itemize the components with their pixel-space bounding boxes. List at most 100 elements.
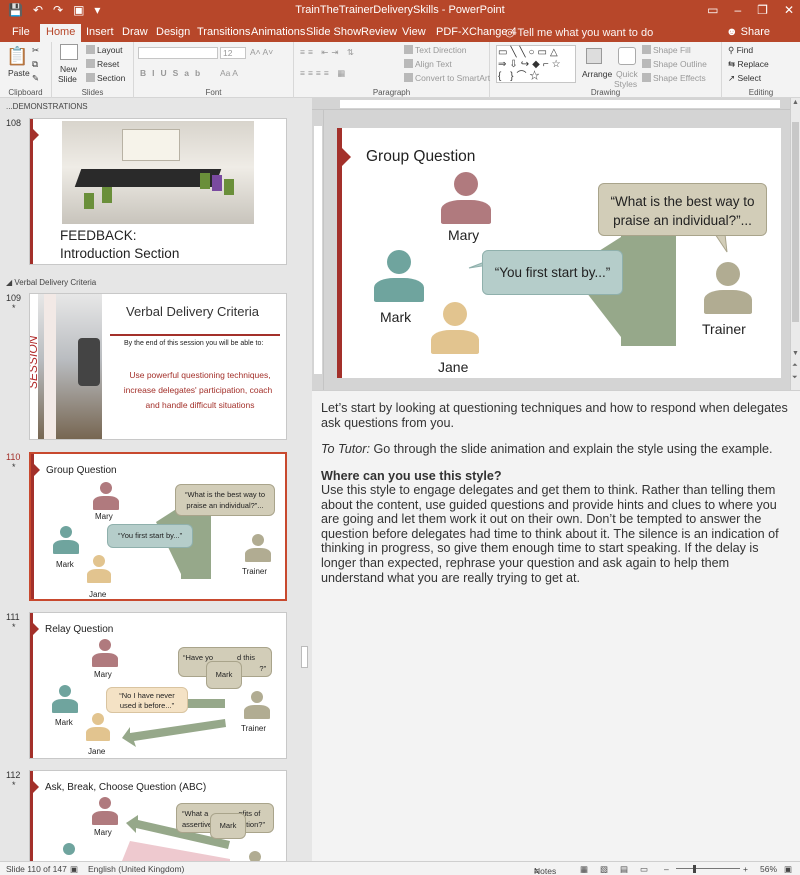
- tab-insert[interactable]: Insert: [80, 25, 120, 42]
- new-slide-icon[interactable]: [60, 44, 78, 60]
- tab-view[interactable]: View: [396, 25, 432, 42]
- new-slide-label-2[interactable]: Slide: [58, 74, 77, 84]
- tab-home[interactable]: Home: [40, 24, 82, 42]
- zoom-slider[interactable]: [676, 868, 740, 869]
- scroll-down-icon[interactable]: ▼: [792, 350, 799, 357]
- normal-view-icon[interactable]: ▦: [580, 864, 588, 875]
- section-header-demonstrations[interactable]: ...DEMONSTRATIONS: [6, 102, 88, 111]
- section-header-verbal[interactable]: ◢ Verbal Delivery Criteria: [6, 278, 96, 287]
- tab-draw[interactable]: Draw: [116, 25, 154, 42]
- slide-thumbnail-111[interactable]: Relay Question Mary Mark Jane Trainer “H…: [29, 612, 287, 759]
- format-painter-icon[interactable]: ✎: [32, 73, 39, 84]
- text-direction-button[interactable]: Text Direction: [404, 45, 467, 55]
- cut-icon[interactable]: ✂: [32, 45, 39, 56]
- shapes-gallery[interactable]: ▭╲╲○▭△ ⇒⇩↪◆⌐☆{ }⌒☆: [496, 45, 576, 83]
- tell-me-box[interactable]: ◎ Tell me what you want to do: [505, 26, 653, 39]
- paragraph-label: Paragraph: [372, 88, 411, 97]
- slide-editor[interactable]: ▲ ▼ ⏶ ⏷ Group Question Mary Mark Jane Tr…: [312, 98, 800, 390]
- next-slide-icon[interactable]: ⏷: [792, 374, 798, 382]
- slide-thumbnail-108[interactable]: FEEDBACK: Introduction Section: [29, 118, 287, 265]
- ribbon: 📋 Paste ✂ ⧉ ✎ Clipboard New Slide Layout…: [0, 42, 800, 98]
- select-label: Select: [737, 73, 762, 83]
- list-icons[interactable]: ≡≡ ⇤⇥ ⇅: [300, 47, 357, 58]
- arrange-icon[interactable]: [586, 48, 602, 64]
- reset-button[interactable]: Reset: [86, 59, 119, 69]
- font-size-box[interactable]: 12: [220, 47, 246, 59]
- replace-button[interactable]: ⇆ Replace: [728, 59, 769, 70]
- quick-styles-icon[interactable]: [618, 47, 636, 65]
- shape-outline-button[interactable]: Shape Outline: [642, 59, 707, 69]
- slide-number-text: 111: [6, 612, 20, 622]
- thumb-question-bubble: “What is the best way to praise an indiv…: [175, 484, 275, 516]
- tab-file[interactable]: File: [6, 25, 36, 42]
- person-trainer-icon: [245, 534, 271, 562]
- font-color-icon[interactable]: Aa A: [220, 68, 238, 78]
- zoom-slider-thumb[interactable]: [693, 865, 696, 873]
- current-slide[interactable]: Group Question Mary Mark Jane Trainer “W…: [337, 128, 781, 378]
- notes-label: Notes: [534, 866, 557, 875]
- tab-design[interactable]: Design: [150, 25, 196, 42]
- slide-answer-bubble[interactable]: “You first start by...”: [482, 250, 623, 295]
- paste-icon[interactable]: 📋: [6, 46, 28, 67]
- thumb-question-line1: “What is the best way to: [184, 490, 266, 499]
- shape-effects-button[interactable]: Shape Effects: [642, 73, 706, 83]
- scrollbar-thumb[interactable]: [792, 122, 799, 322]
- slide-sorter-icon[interactable]: ▧: [600, 864, 608, 875]
- thumb-body-line2: increase delegates' participation, coach: [123, 385, 273, 395]
- thumb-mark-bubble: Mark: [206, 661, 242, 689]
- restore-button[interactable]: ❐: [757, 3, 768, 17]
- fit-to-window-icon[interactable]: ▣: [784, 864, 792, 875]
- section-button[interactable]: Section: [86, 73, 125, 83]
- editor-vertical-scrollbar[interactable]: ▲ ▼ ⏶ ⏷: [790, 98, 800, 390]
- find-icon: ⚲: [728, 45, 737, 55]
- ribbon-display-icon[interactable]: ▭: [707, 3, 718, 17]
- shape-outline-label: Shape Outline: [653, 59, 707, 69]
- shape-fill-label: Shape Fill: [653, 45, 691, 55]
- zoom-level[interactable]: 56%: [760, 864, 777, 874]
- zoom-in-icon[interactable]: +: [743, 864, 748, 874]
- align-text-button[interactable]: Align Text: [404, 59, 452, 69]
- slide-thumbnail-109[interactable]: SESSION Verbal Delivery Criteria By the …: [29, 293, 287, 440]
- thumb-trainer-label: Trainer: [242, 567, 268, 576]
- font-format-icons[interactable]: BIUSab: [140, 68, 206, 78]
- shape-effects-icon: [642, 73, 651, 82]
- shape-fill-button[interactable]: Shape Fill: [642, 45, 691, 55]
- scroll-up-icon[interactable]: ▲: [792, 99, 799, 106]
- person-mary-icon: [92, 639, 118, 667]
- slide-accent-triangle: [33, 129, 39, 141]
- paste-button[interactable]: Paste: [8, 68, 30, 78]
- slide-number-109: 109 *: [6, 293, 21, 313]
- previous-slide-icon[interactable]: ⏶: [792, 362, 798, 370]
- slide-thumbnail-110[interactable]: Group Question Mary Mark Jane Trainer “W…: [29, 452, 287, 601]
- copy-icon[interactable]: ⧉: [32, 59, 38, 70]
- slide-question-bubble[interactable]: “What is the best way to praise an indiv…: [598, 183, 767, 236]
- new-slide-label[interactable]: New: [60, 64, 77, 74]
- language-indicator[interactable]: English (United Kingdom): [88, 864, 184, 874]
- slide-thumbnail-pane[interactable]: ...DEMONSTRATIONS 108 FEEDBACK: Introduc…: [0, 98, 300, 861]
- share-button[interactable]: ☻ Share: [726, 26, 770, 38]
- minimize-button[interactable]: –: [734, 3, 741, 17]
- close-button[interactable]: ✕: [784, 3, 794, 17]
- zoom-out-icon[interactable]: –: [664, 864, 669, 874]
- font-name-box[interactable]: [138, 47, 218, 59]
- layout-button[interactable]: Layout: [86, 45, 123, 55]
- arrange-button[interactable]: Arrange: [582, 69, 612, 79]
- notes-tutor-label: To Tutor:: [321, 442, 370, 456]
- quick-styles-label[interactable]: Quick: [616, 69, 638, 79]
- find-button[interactable]: ⚲ Find: [728, 45, 753, 56]
- thumb-trainer-label: Trainer: [241, 724, 267, 733]
- grow-font-icon[interactable]: A˄ A˅: [250, 47, 273, 57]
- notes-pane[interactable]: Let’s start by looking at questioning te…: [312, 390, 800, 861]
- convert-smartart-button[interactable]: Convert to SmartArt: [404, 73, 490, 83]
- slide-thumbnail-112[interactable]: Ask, Break, Choose Question (ABC) Mary “…: [29, 770, 287, 861]
- reading-view-icon[interactable]: ▤: [620, 864, 628, 875]
- animation-star-icon: *: [12, 303, 16, 313]
- splitter-grip[interactable]: [301, 646, 308, 668]
- align-icons[interactable]: ≡≡≡≡ ▦: [300, 68, 348, 79]
- select-button[interactable]: ↗ Select: [728, 73, 761, 84]
- clipboard-label: Clipboard: [8, 88, 43, 97]
- spelling-icon[interactable]: ▣: [70, 864, 78, 875]
- pane-splitter[interactable]: [300, 98, 312, 861]
- slideshow-icon[interactable]: ▭: [640, 864, 648, 875]
- lightbulb-icon: ◎: [505, 27, 515, 39]
